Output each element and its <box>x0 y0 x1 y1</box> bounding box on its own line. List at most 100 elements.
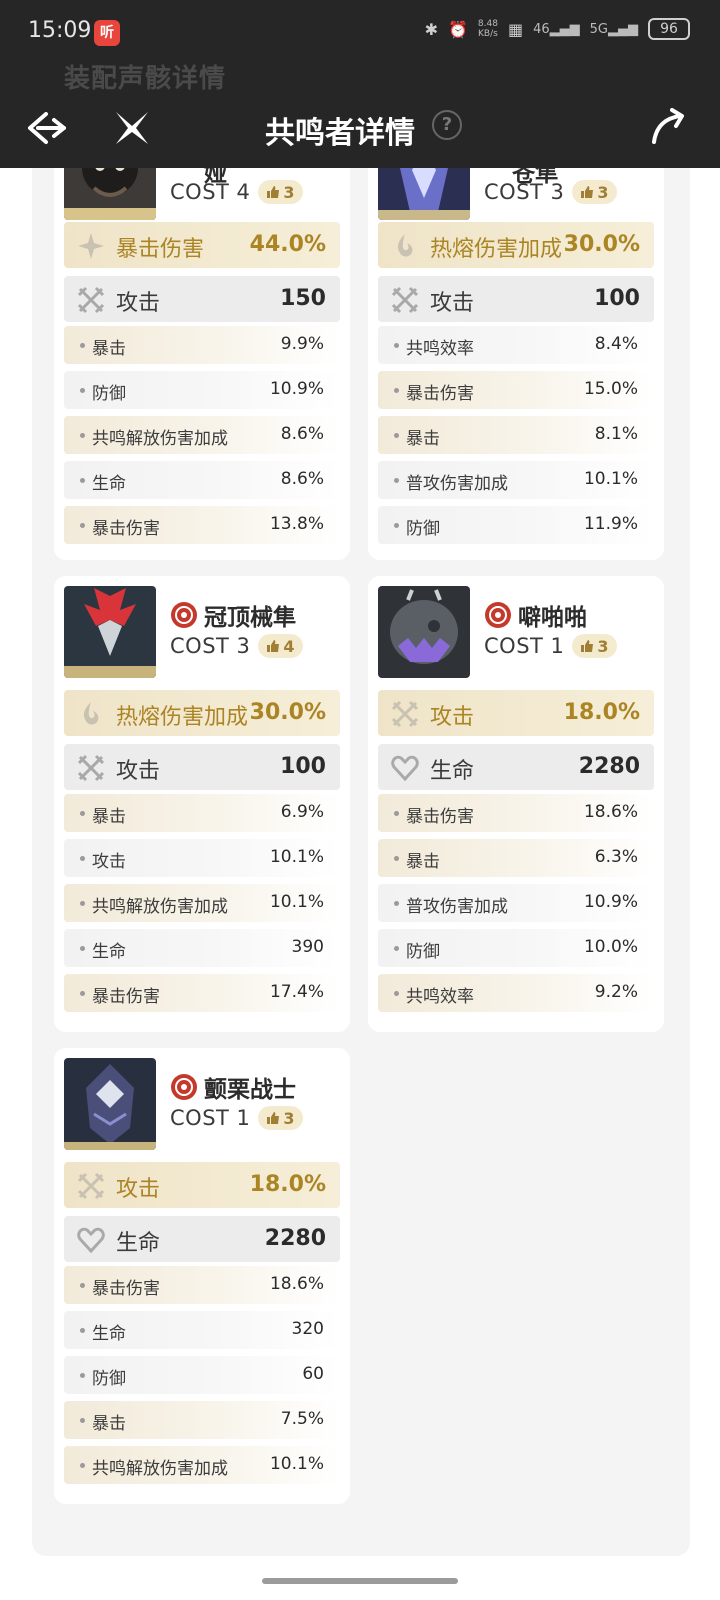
thumb-icon <box>581 640 594 652</box>
sub-stat-value: 15.0% <box>583 379 638 399</box>
flat-stat: 攻击 150 <box>64 276 340 322</box>
thumb-icon <box>581 186 594 198</box>
sub-stat-row: 普攻伤害加成 10.1% <box>378 461 654 499</box>
echo-cost: COST 1 <box>484 634 565 658</box>
signal-icon-1: 46▂▄▆ <box>533 21 580 37</box>
bullet-icon <box>80 1418 85 1423</box>
sub-stat-label: 防御 <box>406 942 440 962</box>
attack-icon <box>391 700 419 728</box>
status-icons: ✱ ⏰ 8.48 KB/s ▦ 46▂▄▆ 5G▂▄▆ 96 <box>425 18 690 40</box>
sub-stat-label: 生命 <box>92 1324 126 1344</box>
echo-cost: COST 3 <box>484 180 565 204</box>
fusion-damage-icon <box>83 702 99 725</box>
level-badge: 4 <box>258 634 303 658</box>
bullet-icon <box>394 343 399 348</box>
sub-stat-row: 普攻伤害加成 10.9% <box>378 884 654 922</box>
main-stat-value: 44.0% <box>249 232 326 257</box>
sub-stat-row: 攻击 10.1% <box>64 839 340 877</box>
bullet-icon <box>80 1283 85 1288</box>
flat-stat-value: 100 <box>280 754 326 779</box>
sub-stat-value: 8.1% <box>594 424 638 444</box>
main-stat-label: 热熔伤害加成 <box>116 705 249 730</box>
echo-avatar <box>64 586 156 678</box>
crit-damage-icon <box>78 233 104 259</box>
bullet-icon <box>394 811 399 816</box>
faded-section-heading: 装配声骸详情 <box>64 64 227 94</box>
sub-stat-label: 暴击伤害 <box>92 987 160 1007</box>
flat-stat-label: 攻击 <box>430 291 475 316</box>
bullet-icon <box>80 478 85 483</box>
page-title: 共鸣者详情 <box>265 116 415 151</box>
echo-name: 冠顶械隼 <box>204 605 296 631</box>
sub-stat-label: 暴击 <box>92 339 126 359</box>
sub-stat-row: 共鸣效率 9.2% <box>378 974 654 1012</box>
bullet-icon <box>80 1463 85 1468</box>
echo-list-panel: 共鸣回响·妮娅 COST 4 3 暴击伤害 44.0% 攻击 150 暴击9.9… <box>32 100 690 1556</box>
sub-stat-label: 生命 <box>92 474 126 494</box>
sub-stat-value: 8.6% <box>280 424 324 444</box>
sub-stat-label: 攻击 <box>92 852 126 872</box>
sub-stat-value: 10.1% <box>583 469 638 489</box>
main-stat: 热熔伤害加成 30.0% <box>378 222 654 268</box>
bullet-icon <box>394 946 399 951</box>
sub-stat-label: 暴击伤害 <box>92 1279 160 1299</box>
echo-name-row: 颤栗战士 <box>170 1070 296 1104</box>
echo-avatar <box>378 586 470 678</box>
sub-stat-value: 13.8% <box>269 514 324 534</box>
help-icon[interactable]: ? <box>432 110 462 140</box>
share-icon[interactable] <box>646 104 690 148</box>
target-icon <box>171 1074 197 1100</box>
sub-stat-row: 共鸣解放伤害加成 10.1% <box>64 1446 340 1484</box>
main-stat-label: 攻击 <box>116 1177 161 1202</box>
flat-stat-label: 攻击 <box>116 759 161 784</box>
status-time: 15:09 <box>28 18 92 43</box>
sub-stat-value: 18.6% <box>583 802 638 822</box>
echo-card[interactable]: 共鸣回响·妮娅 COST 4 3 暴击伤害 44.0% 攻击 150 暴击9.9… <box>54 100 350 560</box>
echo-cost: COST 4 <box>170 180 251 204</box>
sub-stat-label: 暴击 <box>406 429 440 449</box>
echo-card[interactable]: 冠顶械隼 COST 3 4 热熔伤害加成 30.0% 攻击 100 暴击 6.9%… <box>54 576 350 1032</box>
sub-stat-value: 8.4% <box>594 334 638 354</box>
main-stat-value: 18.0% <box>249 1172 326 1197</box>
thumb-icon <box>267 640 280 652</box>
level-badge: 3 <box>572 180 617 204</box>
sub-stat-value: 390 <box>291 937 324 957</box>
flat-stat-value: 2280 <box>264 1226 326 1251</box>
sub-stat-value: 10.9% <box>269 379 324 399</box>
sub-stat-value: 9.9% <box>280 334 324 354</box>
flat-stat-value: 100 <box>594 286 640 311</box>
main-stat: 攻击 18.0% <box>378 690 654 736</box>
sub-stat-row: 防御 10.0% <box>378 929 654 967</box>
health-icon <box>77 1227 105 1254</box>
main-stat-label: 暴击伤害 <box>116 237 205 262</box>
bullet-icon <box>80 901 85 906</box>
health-icon <box>391 755 419 782</box>
sub-stat-row: 防御 60 <box>64 1356 340 1394</box>
listen-app-icon: 听 <box>94 20 120 46</box>
sub-stat-label: 共鸣效率 <box>406 339 474 359</box>
echo-card[interactable]: 噼啪啪 COST 1 3 攻击 18.0% 生命 2280 暴击伤害 18.6% … <box>368 576 664 1032</box>
bullet-icon <box>80 811 85 816</box>
sub-stat-row: 生命 8.6% <box>64 461 340 499</box>
echo-card[interactable]: 颤栗战士 COST 1 3 攻击 18.0% 生命 2280 暴击伤害 18.6%… <box>54 1048 350 1504</box>
cost-row: COST 3 3 <box>484 180 617 204</box>
echo-cost: COST 1 <box>170 1106 251 1130</box>
sub-stat-value: 18.6% <box>269 1274 324 1294</box>
flat-stat-label: 生命 <box>430 759 475 784</box>
sub-stat-value: 8.6% <box>280 469 324 489</box>
thumb-icon <box>267 186 280 198</box>
bullet-icon <box>80 523 85 528</box>
sub-stat-row: 暴击 6.3% <box>378 839 654 877</box>
bullet-icon <box>80 946 85 951</box>
bullet-icon <box>80 343 85 348</box>
echo-avatar <box>64 1058 156 1150</box>
sub-stat-value: 10.1% <box>269 892 324 912</box>
main-stat-value: 30.0% <box>563 232 640 257</box>
echo-card[interactable]: 共鸣回响·冠顶苍隼 COST 3 3 热熔伤害加成 30.0% 攻击 100 共… <box>368 100 664 560</box>
sub-stat-label: 防御 <box>406 519 440 539</box>
bullet-icon <box>80 388 85 393</box>
home-indicator[interactable] <box>262 1578 458 1584</box>
flat-stat: 攻击 100 <box>378 276 654 322</box>
sub-stat-label: 普攻伤害加成 <box>406 474 508 494</box>
main-stat-label: 攻击 <box>430 705 475 730</box>
